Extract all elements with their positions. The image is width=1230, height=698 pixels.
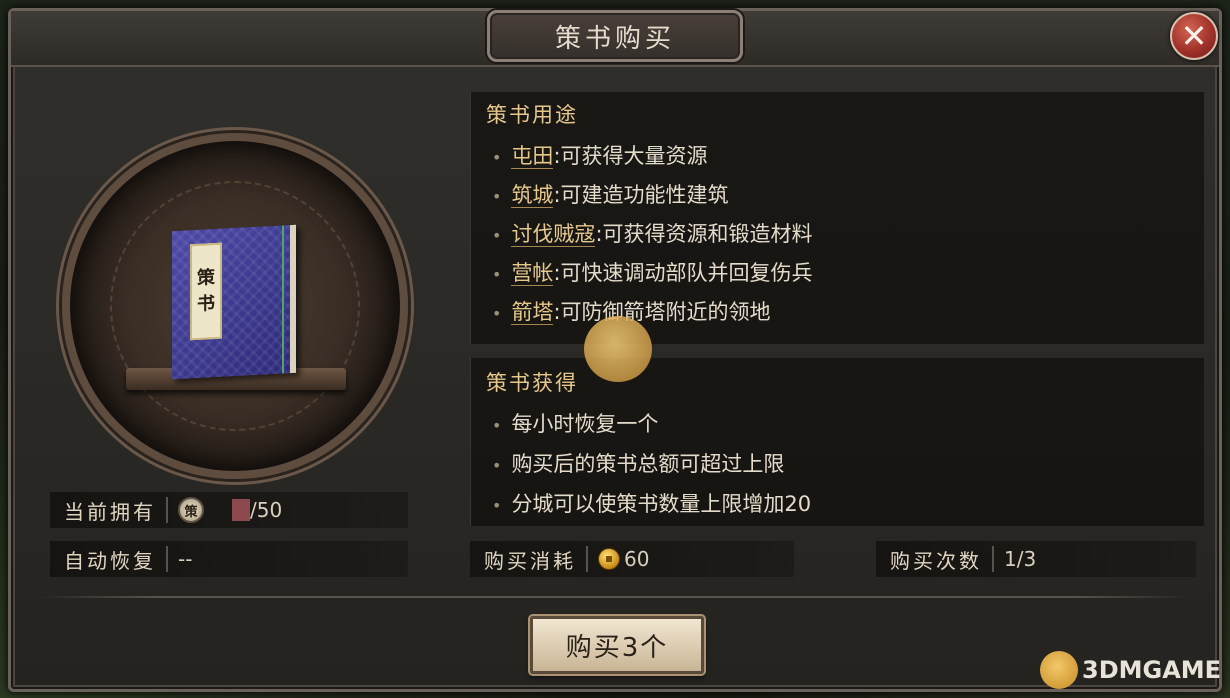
owned-count-mark xyxy=(232,499,250,521)
usage-desc: :可获得资源和锻造材料 xyxy=(595,222,813,246)
cost-row: 购买消耗 60 xyxy=(470,541,794,577)
owned-max: /50 xyxy=(250,498,283,522)
usage-desc: :可防御箭塔附近的领地 xyxy=(553,300,771,324)
cost-value: 60 xyxy=(624,547,650,571)
site-watermark: 3DMGAME xyxy=(1040,650,1221,690)
close-button[interactable]: ✕ xyxy=(1170,12,1218,60)
footer-divider xyxy=(40,596,1190,598)
cost-label: 购买消耗 xyxy=(484,548,576,573)
usage-heading: 策书用途 xyxy=(486,103,578,127)
usage-desc: :可获得大量资源 xyxy=(553,144,708,168)
book-label-char-1: 策 xyxy=(197,266,215,289)
usage-item: • 讨伐贼寇:可获得资源和锻造材料 xyxy=(492,218,813,248)
usage-item: • 筑城:可建造功能性建筑 xyxy=(492,179,729,209)
count-label: 购买次数 xyxy=(890,548,982,573)
obtain-item: • 分城可以使策书数量上限增加20 xyxy=(492,488,811,518)
bullet-icon: • xyxy=(492,265,502,284)
row-divider xyxy=(992,546,994,572)
bullet-icon: • xyxy=(492,148,502,167)
bullet-icon: • xyxy=(492,416,502,435)
book-label-char-2: 书 xyxy=(197,292,215,315)
obtain-text: 分城可以使策书数量上限增加20 xyxy=(511,492,812,516)
bullet-icon: • xyxy=(492,304,502,323)
recover-row: 自动恢复 -- xyxy=(50,541,408,577)
row-divider xyxy=(166,546,168,572)
obtain-item: • 每小时恢复一个 xyxy=(492,408,658,438)
gold-coin-icon xyxy=(598,548,620,570)
watermark-logo-icon xyxy=(1040,651,1078,689)
owned-label: 当前拥有 xyxy=(64,499,156,524)
usage-keyword[interactable]: 屯田 xyxy=(511,144,554,169)
obtain-text: 每小时恢复一个 xyxy=(511,412,659,436)
strategy-book-icon: 策 书 xyxy=(172,224,296,380)
row-divider xyxy=(166,497,168,523)
watermark-mascot-icon xyxy=(584,316,652,382)
book-thread xyxy=(282,225,284,374)
bullet-icon: • xyxy=(492,226,502,245)
recover-value: -- xyxy=(178,547,193,571)
strategy-book-badge-icon: 策 xyxy=(178,497,204,523)
bullet-icon: • xyxy=(492,456,502,475)
dialog-title: 策书购买 xyxy=(487,10,743,62)
usage-keyword[interactable]: 筑城 xyxy=(511,183,554,208)
bullet-icon: • xyxy=(492,187,502,206)
count-row: 购买次数 1/3 xyxy=(876,541,1196,577)
usage-keyword[interactable]: 营帐 xyxy=(511,261,554,286)
usage-desc: :可建造功能性建筑 xyxy=(553,183,729,207)
buy-button[interactable]: 购买3个 xyxy=(530,616,704,674)
usage-keyword[interactable]: 讨伐贼寇 xyxy=(511,222,596,247)
usage-item: • 营帐:可快速调动部队并回复伤兵 xyxy=(492,257,813,287)
count-value: 1/3 xyxy=(1004,547,1037,571)
close-icon: ✕ xyxy=(1180,17,1208,55)
book-title-label: 策 书 xyxy=(190,242,222,341)
usage-keyword[interactable]: 箭塔 xyxy=(511,300,554,325)
owned-row: 当前拥有 策 /50 xyxy=(50,492,408,528)
obtain-heading: 策书获得 xyxy=(486,371,578,395)
obtain-text: 购买后的策书总额可超过上限 xyxy=(511,452,785,476)
row-divider xyxy=(586,546,588,572)
usage-desc: :可快速调动部队并回复伤兵 xyxy=(553,261,813,285)
obtain-item: • 购买后的策书总额可超过上限 xyxy=(492,448,784,478)
watermark-text: 3DMGAME xyxy=(1082,656,1222,684)
bullet-icon: • xyxy=(492,496,502,515)
recover-label: 自动恢复 xyxy=(64,548,156,573)
usage-item: • 屯田:可获得大量资源 xyxy=(492,140,708,170)
